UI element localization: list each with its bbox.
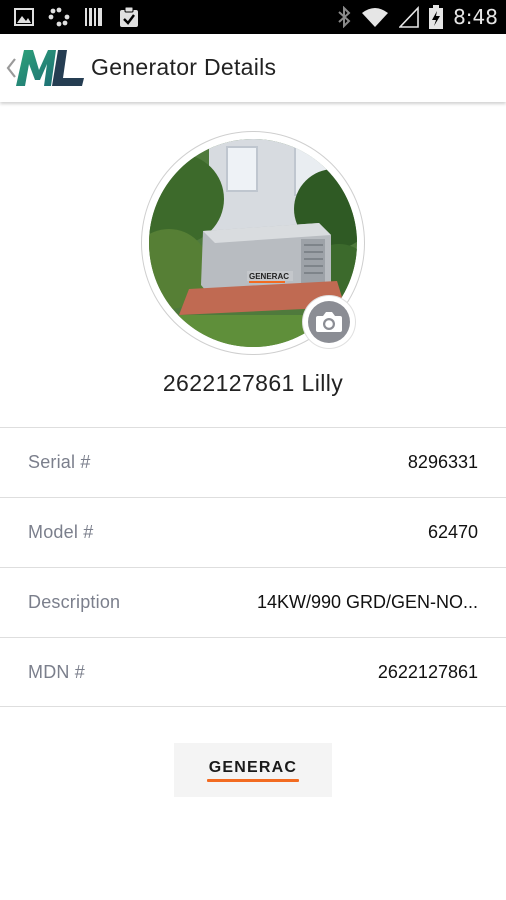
detail-row-description: Description 14KW/990 GRD/GEN-NO... [0,567,506,637]
details-list: Serial # 8296331 Model # 62470 Descripti… [0,427,506,707]
detail-row-model: Model # 62470 [0,497,506,567]
generator-name: 2622127861 Lilly [162,370,344,396]
detail-row-mdn: MDN # 2622127861 [0,637,506,707]
description-label: Description [28,592,121,612]
dots-icon [48,7,70,27]
clipboard-check-icon [120,6,138,27]
app-logo[interactable] [14,48,86,88]
change-photo-button[interactable] [303,296,355,348]
mdn-value: 2622127861 [377,661,478,682]
barcode-icon [85,8,102,26]
model-label: Model # [28,522,94,542]
photo-brand-text: GENERAC [249,272,289,281]
status-right-icons: 8:48 [337,5,506,29]
app-bar: Generator Details [0,34,506,102]
detail-row-serial: Serial # 8296331 [0,427,506,497]
serial-value: 8296331 [407,452,478,472]
camera-icon [308,301,350,343]
model-value: 62470 [427,522,478,542]
bluetooth-icon [338,6,351,28]
signal-icon [399,6,419,28]
image-icon [14,8,34,26]
page-title: Generator Details [91,54,277,80]
generac-logo-underline [207,778,299,782]
status-bar: 8:48 [0,0,506,34]
battery-icon [429,5,444,29]
wifi-icon [362,8,389,27]
status-left-icons [0,6,140,28]
generac-logo-text: GENERAC [208,758,298,776]
generac-logo: GENERAC [174,743,332,797]
clock: 8:48 [453,5,498,29]
serial-label: Serial # [28,452,91,472]
mdn-label: MDN # [28,661,86,682]
description-value: 14KW/990 GRD/GEN-NO... [256,592,478,612]
